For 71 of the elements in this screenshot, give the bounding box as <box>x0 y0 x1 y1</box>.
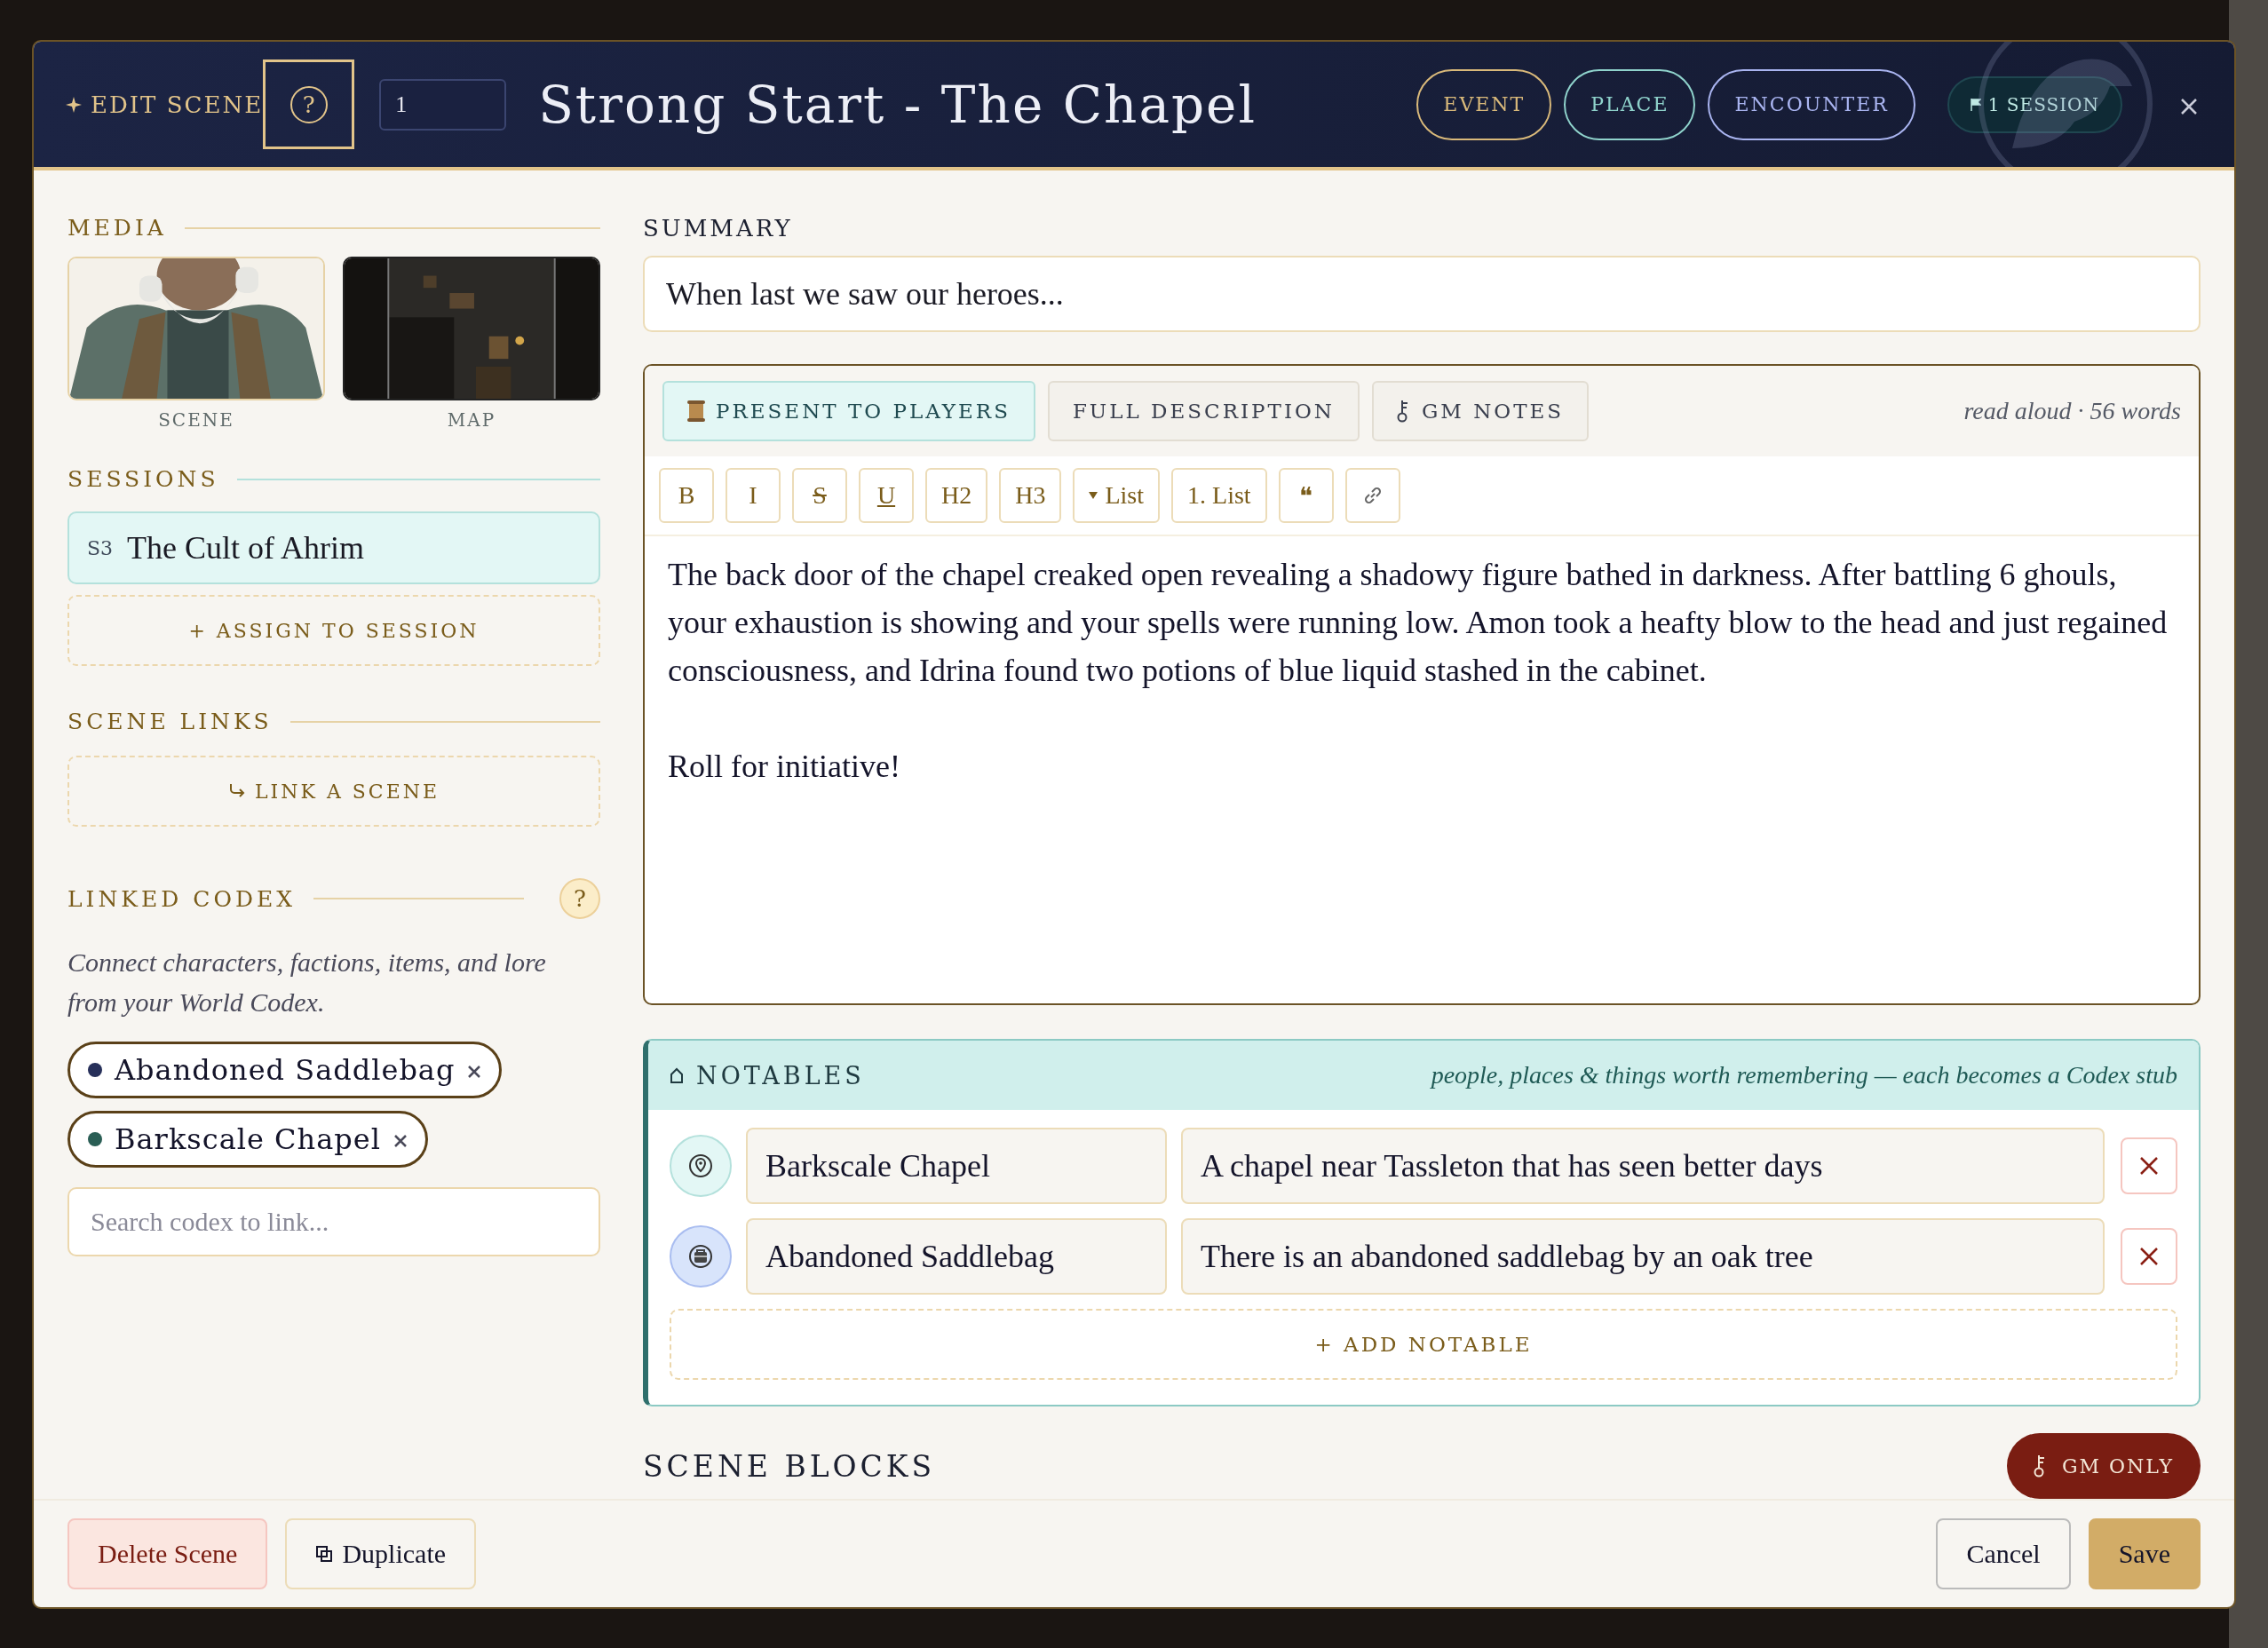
summary-field[interactable]: When last we saw our heroes... <box>643 256 2201 332</box>
house-icon <box>670 1067 684 1083</box>
format-button[interactable]: H2 <box>925 468 988 523</box>
format-button[interactable]: 1. List <box>1171 468 1267 523</box>
media-caption: SCENE <box>158 409 234 431</box>
format-button[interactable]: ❝ <box>1278 468 1334 523</box>
format-button[interactable]: I <box>726 468 781 523</box>
copy-icon <box>315 1545 334 1563</box>
link-button[interactable] <box>1344 468 1400 523</box>
section-heading: SCENE LINKS <box>67 709 273 734</box>
save-button[interactable]: Save <box>2088 1518 2201 1589</box>
editor-tab[interactable]: GM NOTES <box>1371 381 1590 441</box>
scene-type-tag[interactable]: EVENT <box>1416 68 1552 140</box>
media-caption: MAP <box>447 409 496 431</box>
close-icon <box>2139 1156 2159 1176</box>
codex-search-field[interactable]: Search codex to link... <box>67 1187 600 1256</box>
section-heading: SUMMARY <box>643 215 794 242</box>
format-button[interactable]: B <box>659 468 714 523</box>
codex-description: Connect characters, factions, items, and lore from your World Codex. <box>67 947 547 1018</box>
close-icon <box>2180 97 2198 115</box>
flag-icon <box>1970 98 1981 111</box>
assign-session-button[interactable]: + ASSIGN TO SESSION <box>67 595 600 666</box>
cancel-button[interactable]: Cancel <box>1936 1518 2071 1589</box>
scroll-icon <box>687 400 705 422</box>
editor-tab[interactable]: FULL DESCRIPTION <box>1047 381 1360 441</box>
codex-chip[interactable]: Barkscale Chapel <box>67 1111 428 1168</box>
close-icon <box>2139 1247 2159 1266</box>
notable-name-field[interactable]: Abandoned Saddlebag <box>746 1218 1167 1295</box>
session-card[interactable]: S3 The Cult of Ahrim <box>67 511 600 584</box>
word-count: read aloud · 56 words <box>1963 397 2181 425</box>
link-scene-button[interactable]: LINK A SCENE <box>67 756 600 827</box>
hook-arrow-icon <box>227 784 246 798</box>
editor-paragraph: Roll for initiative! <box>668 748 901 786</box>
gm-only-button[interactable]: GM ONLY <box>2006 1433 2201 1499</box>
sparkle-icon <box>66 96 82 113</box>
section-heading: LINKED CODEX <box>67 885 296 912</box>
section-heading: SESSIONS <box>67 466 219 492</box>
session-number: S3 <box>87 536 114 559</box>
session-name: The Cult of Ahrim <box>127 529 365 566</box>
underline-button[interactable]: U <box>859 468 914 523</box>
delete-button[interactable] <box>2121 1228 2177 1285</box>
notable-description-field[interactable]: A chapel near Tassleton that has seen better days <box>1181 1128 2105 1204</box>
remove-x-icon <box>467 1064 482 1079</box>
delete-button[interactable] <box>2121 1137 2177 1194</box>
section-heading: SCENE BLOCKS <box>643 1448 936 1484</box>
editor-paragraph: The back door of the chapel creaked open revealing a shadowy figure bathed in darkness. After battling 6 ghouls, your exhaustion is showing and your spells were running low. Amon took a heafty blow to the head and just regained consciousness, and Idrina found two potions of blue liquid stashed in the cabinet. <box>668 556 2169 690</box>
scene-type-tag[interactable]: ENCOUNTER <box>1708 68 1915 140</box>
remove-x-icon <box>393 1133 408 1148</box>
help-button[interactable]: ? <box>559 878 600 919</box>
codex-chip[interactable]: Abandoned Saddlebag <box>67 1042 503 1098</box>
notables-title: NOTABLES <box>696 1061 865 1089</box>
scene-number-field[interactable]: 1 <box>379 78 507 131</box>
add-notable-button[interactable]: + ADD NOTABLE <box>670 1309 2177 1380</box>
delete-scene-button[interactable]: Delete Scene <box>67 1518 268 1589</box>
editor-tab[interactable]: PRESENT TO PLAYERS <box>662 381 1035 441</box>
chip-label: Abandoned Saddlebag <box>115 1053 456 1087</box>
section-heading: MEDIA <box>67 215 167 241</box>
notable-description-field[interactable]: There is an abandoned saddlebag by an oak tree <box>1181 1218 2105 1295</box>
notables-hint: people, places & things worth remembering — each becomes a Codex stub <box>1431 1061 2177 1089</box>
session-count: 1 SESSION <box>1987 93 2099 115</box>
help-button[interactable]: ? <box>263 59 355 149</box>
bullet-list-button[interactable]: List <box>1073 468 1161 523</box>
chip-label: Barkscale Chapel <box>115 1122 381 1156</box>
scene-type-tag[interactable]: PLACE <box>1564 68 1696 140</box>
duplicate-button[interactable]: Duplicate <box>285 1518 477 1589</box>
format-button[interactable]: H3 <box>999 468 1062 523</box>
caret-icon <box>1089 492 1098 499</box>
notable-name-field[interactable]: Barkscale Chapel <box>746 1128 1167 1204</box>
strikethrough-button[interactable]: S <box>792 468 847 523</box>
scene-title: Strong Start - The Chapel <box>538 74 1257 135</box>
dialog-label: EDIT SCENE <box>91 91 264 118</box>
